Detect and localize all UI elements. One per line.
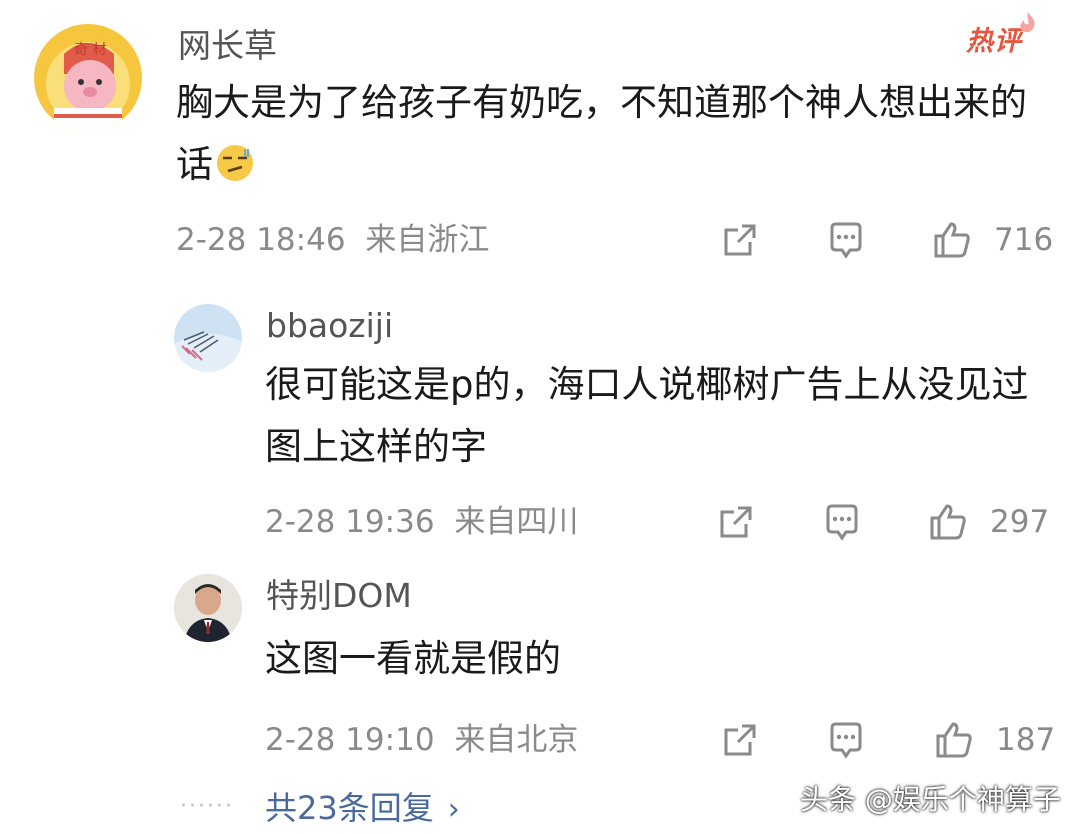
thumbs-up-icon[interactable]	[932, 220, 972, 260]
reply-username[interactable]: 特别DOM	[266, 576, 412, 616]
share-icon[interactable]	[720, 220, 760, 260]
hot-comment-badge: 热评	[966, 12, 1038, 64]
like-count: 716	[994, 222, 1054, 258]
avatar[interactable]	[174, 304, 242, 372]
reply-location: 来自四川	[454, 504, 579, 540]
avatar-image: 奇 材	[34, 24, 142, 132]
watermark: 头条 @娱乐个神算子	[800, 783, 1061, 816]
avatar[interactable]	[174, 574, 242, 642]
avatar-image	[174, 304, 242, 372]
avatar[interactable]: 奇 材	[34, 24, 142, 132]
view-all-replies-label: 共23条回复	[265, 789, 434, 827]
reply-text: 很可能这是p的，海口人说椰树广告上从没见过图上这样的字	[265, 363, 1029, 468]
comment-text-content: 胸大是为了给孩子有奶吃，不知道那个神人想出来的话	[176, 81, 1027, 186]
comment-location: 来自浙江	[365, 222, 490, 258]
comment-icon[interactable]	[822, 502, 862, 542]
comment-thread: 奇 材 网长草 热评 胸大是为了给孩子有奶吃，不知道那个神人想出来的话 2-28…	[0, 0, 1080, 834]
comment-icon[interactable]	[826, 720, 866, 760]
share-icon[interactable]	[716, 502, 756, 542]
share-icon[interactable]	[720, 720, 760, 760]
reply-timestamp: 2-28 19:36	[265, 504, 435, 540]
reply-text: 这图一看就是假的	[265, 637, 561, 680]
like-count: 187	[996, 722, 1056, 758]
more-dots: ······	[180, 794, 234, 819]
comment-timestamp: 2-28 18:46	[176, 222, 346, 258]
reply-location: 来自北京	[454, 722, 579, 758]
comment-meta: 2-28 18:46 来自浙江	[176, 220, 489, 260]
like-count: 297	[990, 504, 1050, 540]
view-all-replies-link[interactable]: 共23条回复 ›	[265, 786, 460, 832]
thumbs-up-icon[interactable]	[928, 502, 968, 542]
comment-icon[interactable]	[826, 220, 866, 260]
comment-username[interactable]: 网长草	[178, 26, 277, 66]
avatar-image	[174, 574, 242, 642]
svg-text:奇 材: 奇 材	[74, 41, 106, 58]
smirk-emoji-icon	[217, 145, 253, 181]
reply-meta: 2-28 19:10 来自北京	[265, 720, 578, 760]
chevron-right-icon: ›	[447, 792, 460, 827]
reply-timestamp: 2-28 19:10	[265, 722, 435, 758]
comment-text: 胸大是为了给孩子有奶吃，不知道那个神人想出来的话	[176, 72, 1056, 196]
reply-meta: 2-28 19:36 来自四川	[265, 502, 578, 542]
flame-icon	[1020, 12, 1035, 33]
thumbs-up-icon[interactable]	[934, 720, 974, 760]
reply-username[interactable]: bbaoziji	[266, 306, 393, 346]
